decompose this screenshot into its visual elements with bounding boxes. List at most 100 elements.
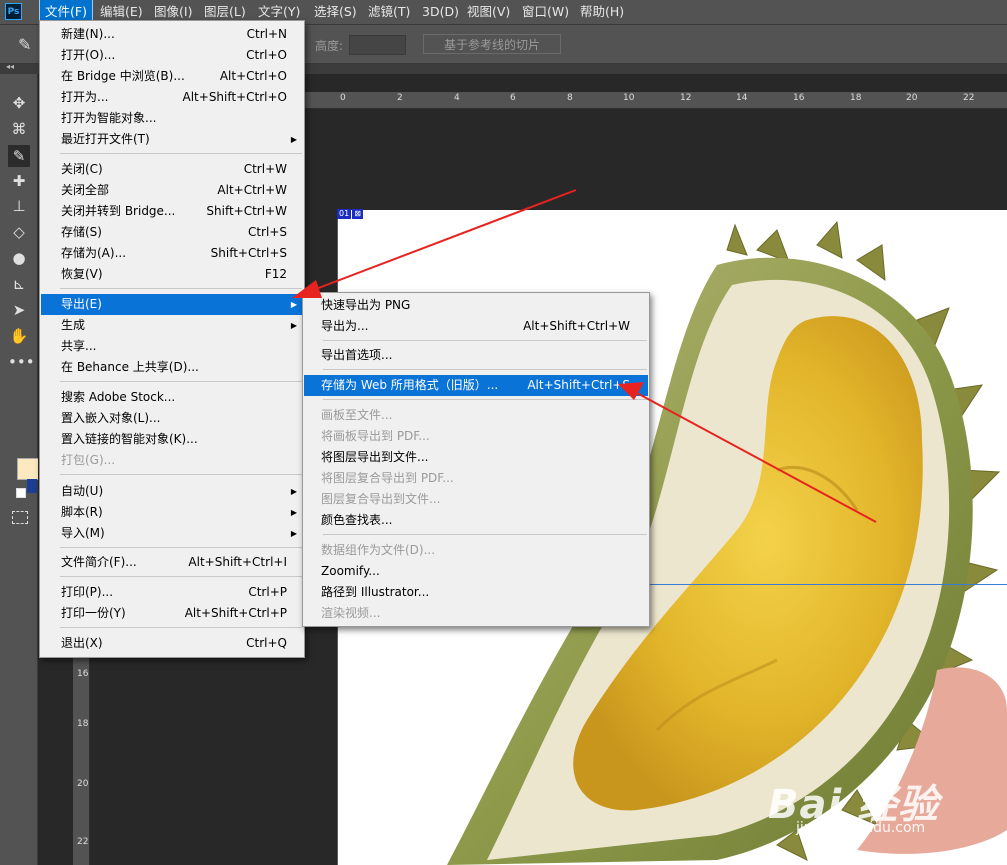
quick-mask-icon[interactable]: [12, 511, 28, 524]
menu-item-shortcut: Alt+Shift+Ctrl+I: [188, 555, 287, 569]
menu-item-label: 在 Behance 上共享(D)...: [61, 360, 199, 374]
menu-item-layer-comps-to-files[interactable]: 图层复合导出到文件...: [304, 489, 648, 510]
menu-filter[interactable]: 滤镜(T): [363, 0, 415, 24]
menu-item-label: 将图层导出到文件...: [321, 450, 429, 464]
menu-item-label: 打印一份(Y): [61, 606, 126, 620]
menu-item-recent-files[interactable]: 最近打开文件(T) ▶: [41, 129, 303, 150]
menu-item-render-video[interactable]: 渲染视频...: [304, 603, 648, 624]
ruler-tick: 8: [567, 93, 573, 103]
menu-item-label: 共享...: [61, 339, 97, 353]
menu-item-label: 置入嵌入对象(L)...: [61, 411, 161, 425]
menu-item-shortcut: Alt+Shift+Ctrl+P: [184, 606, 287, 620]
menu-item-layer-comps-to-pdf[interactable]: 将图层复合导出到 PDF...: [304, 468, 648, 489]
menu-item-zoomify[interactable]: Zoomify...: [304, 561, 648, 582]
menu-item-browse-bridge[interactable]: 在 Bridge 中浏览(B)... Alt+Ctrl+O: [41, 66, 303, 87]
menu-item-generate[interactable]: 生成 ▶: [41, 315, 303, 336]
blur-tool-icon[interactable]: ●: [8, 247, 30, 269]
slice-tool-icon[interactable]: ✎: [8, 145, 30, 167]
menu-item-paths-to-illustrator[interactable]: 路径到 Illustrator...: [304, 582, 648, 603]
menu-3d[interactable]: 3D(D): [417, 0, 464, 24]
menu-item-label: 存储(S): [61, 225, 102, 239]
menu-item-shortcut: Ctrl+N: [246, 27, 287, 41]
lasso-tool-icon[interactable]: ⌘: [8, 118, 30, 140]
menu-item-open-as[interactable]: 打开为... Alt+Shift+Ctrl+O: [41, 87, 303, 108]
default-colors-icon[interactable]: [16, 488, 26, 498]
menu-item-save-as[interactable]: 存储为(A)... Shift+Ctrl+S: [41, 243, 303, 264]
menu-item-label: 颜色查找表...: [321, 513, 393, 527]
foreground-color-swatch[interactable]: [17, 458, 39, 480]
path-select-icon[interactable]: ➤: [8, 299, 30, 321]
menu-view[interactable]: 视图(V): [462, 0, 515, 24]
healing-brush-icon[interactable]: ✚: [8, 170, 30, 192]
submenu-arrow-icon: ▶: [290, 529, 297, 538]
menu-item-new[interactable]: 新建(N)... Ctrl+N: [41, 24, 303, 45]
ruler-tick: 14: [736, 93, 748, 103]
menu-item-export-as[interactable]: 导出为... Alt+Shift+Ctrl+W: [304, 316, 648, 337]
menu-separator: [323, 340, 647, 341]
more-tools-icon[interactable]: •••: [8, 351, 35, 373]
menu-item-close[interactable]: 关闭(C) Ctrl+W: [41, 159, 303, 180]
menu-item-place-linked[interactable]: 置入链接的智能对象(K)...: [41, 429, 303, 450]
menu-item-shortcut: Alt+Shift+Ctrl+W: [523, 319, 630, 333]
hand-tool-icon[interactable]: ✋: [8, 325, 30, 347]
menu-item-export[interactable]: 导出(E) ▶: [41, 294, 303, 315]
menu-item-revert[interactable]: 恢复(V) F12: [41, 264, 303, 285]
menu-separator: [323, 399, 647, 400]
pen-tool-icon[interactable]: ⊾: [8, 273, 30, 295]
menu-item-package[interactable]: 打包(G)...: [41, 450, 303, 471]
menu-item-close-all[interactable]: 关闭全部 Alt+Ctrl+W: [41, 180, 303, 201]
menu-item-artboards-to-files[interactable]: 画板至文件...: [304, 405, 648, 426]
slice-tool-icon[interactable]: ✎: [18, 35, 38, 54]
menu-item-save-for-web[interactable]: 存储为 Web 所用格式（旧版）... Alt+Shift+Ctrl+S: [304, 375, 648, 396]
menu-item-quick-export-png[interactable]: 快速导出为 PNG: [304, 295, 648, 316]
submenu-arrow-icon: ▶: [290, 321, 297, 330]
menu-item-label: 打开为智能对象...: [61, 111, 157, 125]
menu-item-data-sets-as-files[interactable]: 数据组作为文件(D)...: [304, 540, 648, 561]
collapse-arrows-icon[interactable]: ◂◂: [6, 62, 14, 71]
menu-item-layers-to-files[interactable]: 将图层导出到文件...: [304, 447, 648, 468]
menu-item-open[interactable]: 打开(O)... Ctrl+O: [41, 45, 303, 66]
menu-item-search-stock[interactable]: 搜索 Adobe Stock...: [41, 387, 303, 408]
menu-item-export-preferences[interactable]: 导出首选项...: [304, 345, 648, 366]
menu-item-open-smart-object[interactable]: 打开为智能对象...: [41, 108, 303, 129]
menu-item-shortcut: Ctrl+Q: [246, 636, 287, 650]
height-label: 高度:: [315, 39, 344, 53]
menu-item-shortcut: Alt+Ctrl+O: [219, 69, 287, 83]
menu-item-shortcut: Ctrl+O: [246, 48, 287, 62]
slices-from-guides-button[interactable]: 基于参考线的切片: [423, 34, 561, 54]
menu-item-artboards-to-pdf[interactable]: 将画板导出到 PDF...: [304, 426, 648, 447]
menu-item-automate[interactable]: 自动(U) ▶: [41, 481, 303, 502]
move-tool-icon[interactable]: ✥: [8, 92, 30, 114]
menu-item-label: 路径到 Illustrator...: [321, 585, 430, 599]
menu-item-print[interactable]: 打印(P)... Ctrl+P: [41, 582, 303, 603]
menu-item-shortcut: Shift+Ctrl+S: [210, 246, 287, 260]
menu-item-save[interactable]: 存储(S) Ctrl+S: [41, 222, 303, 243]
stamp-tool-icon[interactable]: ⊥: [8, 195, 30, 217]
height-field[interactable]: [349, 35, 406, 55]
menu-select[interactable]: 选择(S): [309, 0, 362, 24]
submenu-arrow-icon: ▶: [290, 300, 297, 309]
menu-window[interactable]: 窗口(W): [517, 0, 574, 24]
eraser-tool-icon[interactable]: ◇: [8, 221, 30, 243]
menu-item-label: 打开为...: [61, 90, 109, 104]
menu-item-print-one-copy[interactable]: 打印一份(Y) Alt+Shift+Ctrl+P: [41, 603, 303, 624]
menu-item-label: 快速导出为 PNG: [321, 298, 411, 312]
menu-help[interactable]: 帮助(H): [575, 0, 629, 24]
menu-item-file-info[interactable]: 文件简介(F)... Alt+Shift+Ctrl+I: [41, 552, 303, 573]
menu-item-close-go-bridge[interactable]: 关闭并转到 Bridge... Shift+Ctrl+W: [41, 201, 303, 222]
menu-item-import[interactable]: 导入(M) ▶: [41, 523, 303, 544]
menu-item-place-embedded[interactable]: 置入嵌入对象(L)...: [41, 408, 303, 429]
background-color-swatch[interactable]: [27, 479, 37, 493]
ruler-tick: 0: [340, 93, 346, 103]
menu-item-label: 关闭全部: [61, 183, 110, 197]
menu-item-label: 搜索 Adobe Stock...: [61, 390, 176, 404]
menu-item-share-behance[interactable]: 在 Behance 上共享(D)...: [41, 357, 303, 378]
menu-item-color-lookup-tables[interactable]: 颜色查找表...: [304, 510, 648, 531]
menu-item-shortcut: Alt+Shift+Ctrl+S: [527, 378, 630, 392]
menu-item-scripts[interactable]: 脚本(R) ▶: [41, 502, 303, 523]
ruler-tick: 20: [906, 93, 918, 103]
menu-item-share[interactable]: 共享...: [41, 336, 303, 357]
export-submenu: 快速导出为 PNG 导出为... Alt+Shift+Ctrl+W 导出首选项..…: [302, 292, 650, 627]
menu-item-label: 恢复(V): [61, 267, 103, 281]
menu-item-exit[interactable]: 退出(X) Ctrl+Q: [41, 633, 303, 654]
